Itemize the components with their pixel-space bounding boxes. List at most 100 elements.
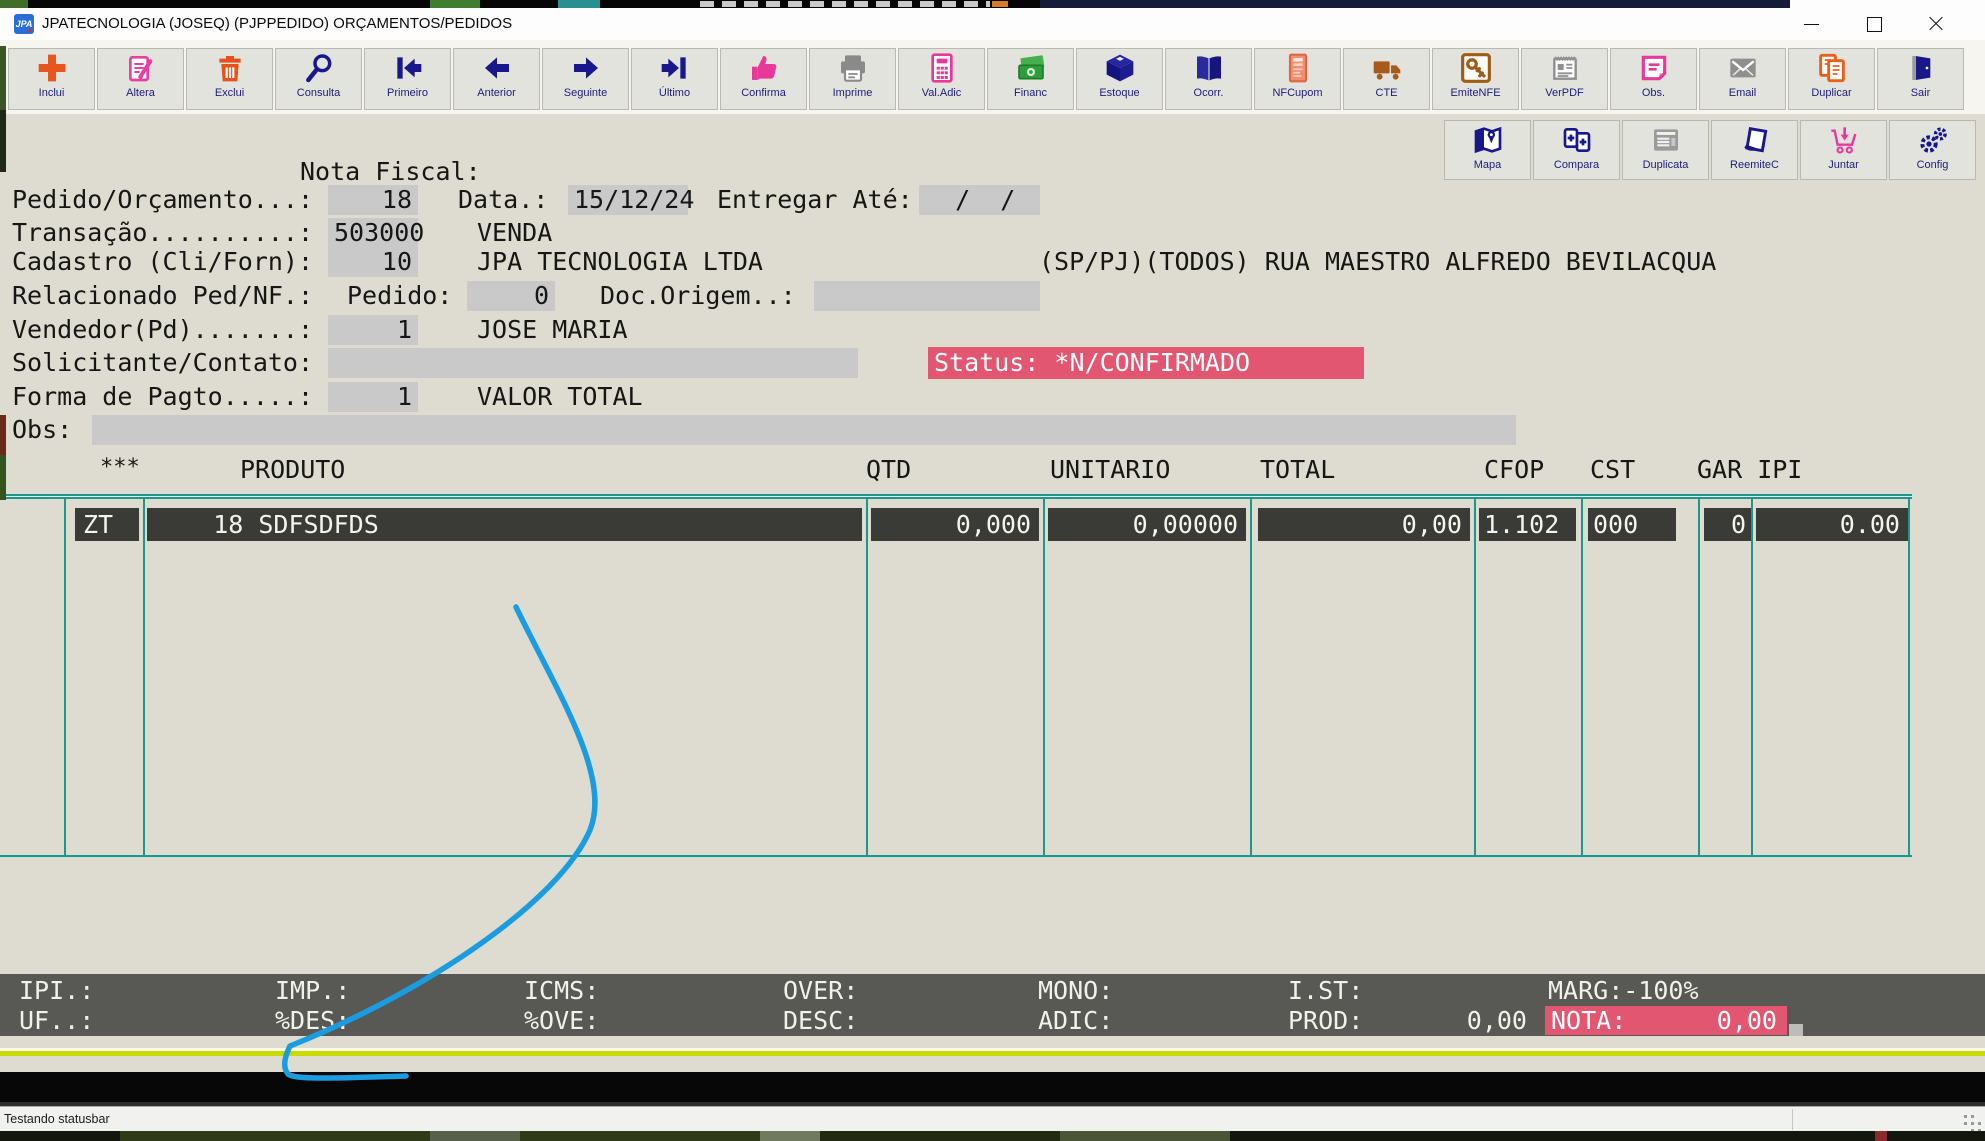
cadastro-input[interactable]: 10 [328,247,418,277]
toolbar-button-label: Seguinte [543,87,628,99]
transacao-input[interactable]: 503000 [328,218,418,248]
background-fragment [0,415,6,455]
toolbar-button-label: NFCupom [1255,87,1340,99]
toolbar-button-label: Consulta [276,87,361,99]
background-fragment [0,455,6,500]
toolbar-button-exclui[interactable]: Exclui [186,48,273,110]
grid-gridline [143,499,145,855]
grid-bottom-divider [0,855,1912,858]
cell-cst[interactable]: 000 [1588,508,1676,541]
command-bar [0,1072,1985,1106]
table-row[interactable]: ZT 18 SDFSDFDS 0,000 0,00000 0,00 1.102 … [0,508,1985,541]
toolbar-button-cte[interactable]: CTE [1343,48,1430,110]
toolbar-button-label: Duplicar [1789,87,1874,99]
toolbar-button-label: Ocorr. [1166,87,1251,99]
window-title: JPATECNOLOGIA (JOSEQ) (PJPPEDIDO) ORÇAME… [42,8,512,40]
total-label: I.ST: [1288,976,1363,1006]
toolbar-button-verpdf[interactable]: VerPDF [1521,48,1608,110]
entregar-input[interactable]: / / [919,185,1040,215]
cell-produto[interactable]: 18 SDFSDFDS [147,508,862,541]
toolbar-button-inclui[interactable]: Inclui [8,48,95,110]
thumbs-up-icon [748,52,780,84]
toolbar-button-ultimo[interactable]: Último [631,48,718,110]
minimize-button[interactable] [1789,8,1835,40]
prev-icon [481,52,513,84]
data-input[interactable]: 15/12/24 [568,185,688,215]
background-fragment [0,46,6,110]
toolbar-button-label: CTE [1344,87,1429,99]
grid-gridline [866,499,868,855]
relacionado-pedido-input[interactable]: 0 [467,281,555,311]
status-badge: Status: *N/CONFIRMADO [928,347,1364,379]
toolbar-button-confirma[interactable]: Confirma [720,48,807,110]
maximize-button[interactable] [1851,8,1897,40]
toolbar-button-primeiro[interactable]: Primeiro [364,48,451,110]
toolbar-button-valadic[interactable]: Val.Adic [898,48,985,110]
compare-icon [1561,124,1593,156]
toolbar-button-financ[interactable]: Financ [987,48,1074,110]
background-fragment [1875,1131,1887,1141]
toolbar-button-nfcupom[interactable]: NFCupom [1254,48,1341,110]
total-label: ICMS: [524,976,599,1006]
cell-tipo[interactable]: ZT [75,508,139,541]
total-marg: MARG:-100% [1548,976,1699,1006]
minimize-icon [1804,24,1819,25]
toolbar-button-ocorr[interactable]: Ocorr. [1165,48,1252,110]
resize-grip[interactable] [1964,1115,1967,1118]
vendedor-input[interactable]: 1 [328,315,418,345]
nota-total-badge: NOTA: 0,00 [1545,1006,1787,1035]
background-fragment [992,1,1008,7]
toolbar-button-imprime[interactable]: Imprime [809,48,896,110]
form-row-solicitante: Solicitante/Contato: Status: *N/CONFIRMA… [0,346,1985,380]
solicitante-input[interactable] [328,348,858,378]
accent-divider [0,1051,1985,1056]
statusbar: Testando statusbar [0,1106,1985,1132]
cell-gar[interactable]: 0 [1704,508,1751,541]
toolbar-button-obs[interactable]: Obs. [1610,48,1697,110]
grid-gridline [1698,499,1700,855]
statusbar-text: Testando statusbar [4,1107,110,1132]
toolbar-button-label: Confirma [721,87,806,99]
toolbar-button-emitenfe[interactable]: EmiteNFE [1432,48,1519,110]
toolbar-button-seguinte[interactable]: Seguinte [542,48,629,110]
obs-input[interactable] [92,415,1516,445]
background-fragment [0,0,28,8]
toolbar-button-anterior[interactable]: Anterior [453,48,540,110]
toolbar-button-estoque[interactable]: Estoque [1076,48,1163,110]
doc-origem-input[interactable] [814,281,1040,311]
solicitante-label: Solicitante/Contato: [12,346,313,380]
toolbar-button-label: Financ [988,87,1073,99]
pagto-label: Forma de Pagto.....: [12,380,313,414]
total-label: ADIC: [1038,1006,1113,1036]
door-icon [1905,52,1937,84]
cell-cfop[interactable]: 1.102 [1479,508,1576,541]
toolbar-button-duplicar[interactable]: Duplicar [1788,48,1875,110]
grid-gridline [1043,499,1045,855]
background-fragment [0,110,6,172]
close-button[interactable] [1913,8,1959,40]
total-label: IMP.: [275,976,350,1006]
toolbar-button-email[interactable]: Email [1699,48,1786,110]
toolbar-button-consulta[interactable]: Consulta [275,48,362,110]
cell-total[interactable]: 0,00 [1258,508,1470,541]
cell-unitario[interactable]: 0,00000 [1048,508,1246,541]
col-sel: *** [100,451,140,485]
vendedor-desc: JOSE MARIA [477,313,628,347]
toolbar-button-label: Altera [98,87,183,99]
pagto-input[interactable]: 1 [328,382,418,412]
cell-qtd[interactable]: 0,000 [871,508,1039,541]
obs-label: Obs: [12,413,72,447]
truck-icon [1371,52,1403,84]
total-label: IPI.: [19,976,94,1006]
pedido-input[interactable]: 18 [328,185,418,215]
last-icon [659,52,691,84]
col-qtd: QTD [866,453,911,487]
desktop-background-strip [0,0,1985,8]
cell-ipi[interactable]: 0.00 [1756,508,1908,541]
book-icon [1193,52,1225,84]
calculator-icon [926,52,958,84]
toolbar-button-altera[interactable]: Altera [97,48,184,110]
nota-value: 0,00 [1717,1006,1777,1035]
background-fragment [1040,0,1790,8]
toolbar-button-sair[interactable]: Sair [1877,48,1964,110]
